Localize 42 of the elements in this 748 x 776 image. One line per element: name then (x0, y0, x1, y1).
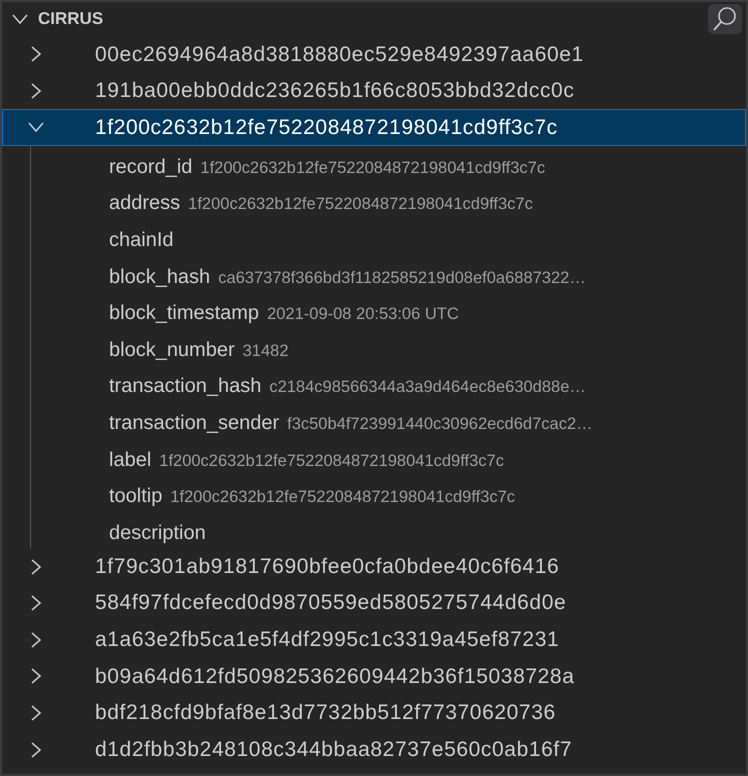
property-name: transaction_sender (109, 410, 280, 436)
tree-item[interactable]: b09a64d612fd509825362609442b36f15038728a (2, 658, 746, 695)
property-name: transaction_hash (109, 374, 262, 400)
property-value: 1f200c2632b12fe7522084872198041cd9ff3c7c (188, 194, 533, 216)
tree-item[interactable]: a1a63e2fb5ca1e5f4df2995c1c3319a45ef87231 (2, 622, 746, 658)
property-row[interactable]: address 1f200c2632b12fe7522084872198041cd9ff3c7c (31, 182, 746, 219)
property-name: description (109, 520, 206, 546)
property-name: block_timestamp (109, 301, 260, 326)
property-value: 1f200c2632b12fe7522084872198041cd9ff3c7c (170, 487, 516, 508)
property-row[interactable]: transaction_sender f3c50b4f723991440c30962ecd6d7cac2… (31, 402, 746, 439)
property-name: chainId (109, 228, 174, 253)
tree-item[interactable]: d1d2fbb3b248108c344bbaa82737e560c0ab16f7 (2, 731, 746, 768)
section-title[interactable]: CIRRUS (38, 6, 708, 32)
property-name: block_hash (109, 264, 210, 290)
property-value: 1f200c2632b12fe7522084872198041cd9ff3c7c (159, 450, 504, 472)
tree-item[interactable]: 00ec2694964a8d3818880ec529e8492397aa60e1 (2, 36, 746, 73)
property-name: label (109, 448, 152, 473)
property-value: ca637378f366bd3f1182585219d08ef0a6887322… (218, 268, 586, 289)
tree-item[interactable]: 191ba00ebb0ddc236265b1f66c8053bbd32dcc0c (2, 72, 746, 110)
property-row[interactable]: transaction_hash c2184c98566344a3a9d464ec8e630d88e… (31, 365, 746, 402)
tree-item[interactable]: bdf218cfd9bfaf8e13d7732bb512f77370620736 (2, 694, 746, 732)
property-value: 1f200c2632b12fe7522084872198041cd9ff3c7c (200, 158, 546, 179)
property-name: address (109, 191, 180, 216)
property-name: tooltip (109, 484, 162, 510)
property-row[interactable]: label 1f200c2632b12fe7522084872198041cd9ff3c7c (31, 438, 746, 476)
property-row[interactable]: chainId (31, 218, 746, 256)
property-row[interactable]: block_timestamp 2021-09-08 20:53:06 UTC (31, 292, 746, 329)
property-name: record_id (109, 154, 192, 180)
tree-item[interactable]: 1f200c2632b12fe7522084872198041cd9ff3c7c (2, 109, 746, 146)
property-row[interactable]: record_id 1f200c2632b12fe7522084872198041cd9ff3c7c (31, 146, 746, 182)
property-value: c2184c98566344a3a9d464ec8e630d88e… (269, 377, 586, 398)
property-row[interactable]: block_hash ca637378f366bd3f1182585219d08ef0a6887322… (31, 256, 746, 292)
property-value: 31482 (242, 340, 289, 362)
search-button[interactable] (708, 4, 742, 34)
property-name: block_number (109, 338, 235, 363)
property-row[interactable]: tooltip 1f200c2632b12fe7522084872198041cd9ff3c7c (31, 475, 746, 512)
property-value: f3c50b4f723991440c30962ecd6d7cac2… (287, 414, 593, 435)
tree-item[interactable]: 584f97fdcefecd0d9870559ed5805275744d6d0e (2, 584, 746, 622)
tree-item[interactable]: 1f79c301ab91817690bfee0cfa0bdee40c6f6416 (2, 548, 746, 585)
property-row[interactable]: description (31, 512, 746, 548)
property-row[interactable]: block_number 31482 (31, 328, 746, 366)
property-value: 2021-09-08 20:53:06 UTC (267, 304, 459, 326)
